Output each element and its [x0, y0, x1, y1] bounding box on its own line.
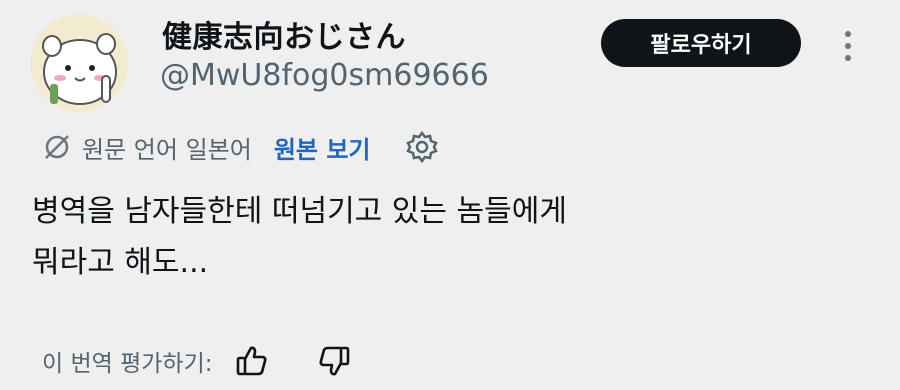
avatar[interactable]	[30, 14, 128, 112]
translation-bar: 원문 언어 일본어 원본 보기	[42, 124, 441, 170]
tweet-text-line-2: 뭐라고 해도...	[32, 245, 209, 280]
tweet-text-line-1: 병역을 남자들한테 떠넘기고 있는 놈들에게	[32, 194, 567, 229]
tweet-text: 병역을 남자들한테 떠넘기고 있는 놈들에게 뭐라고 해도...	[32, 186, 852, 288]
rate-translation-label: 이 번역 평가하기:	[42, 351, 213, 377]
rate-translation-bar: 이 번역 평가하기:	[42, 336, 353, 386]
more-vertical-icon[interactable]	[836, 26, 860, 66]
follow-button[interactable]: 팔로우하기	[601, 19, 801, 67]
translate-icon	[42, 132, 72, 162]
thumbs-up-icon[interactable]	[233, 342, 271, 380]
gear-icon[interactable]	[403, 128, 441, 166]
source-language-label: 원문 언어 일본어	[82, 135, 252, 164]
author-display-name[interactable]: 健康志向おじさん	[162, 12, 406, 56]
thumbs-down-icon[interactable]	[315, 342, 353, 380]
hamster-avatar-image	[30, 14, 128, 112]
author-handle[interactable]: @MwU8fog0sm69666	[160, 58, 489, 93]
view-original-link[interactable]: 원본 보기	[274, 130, 371, 165]
